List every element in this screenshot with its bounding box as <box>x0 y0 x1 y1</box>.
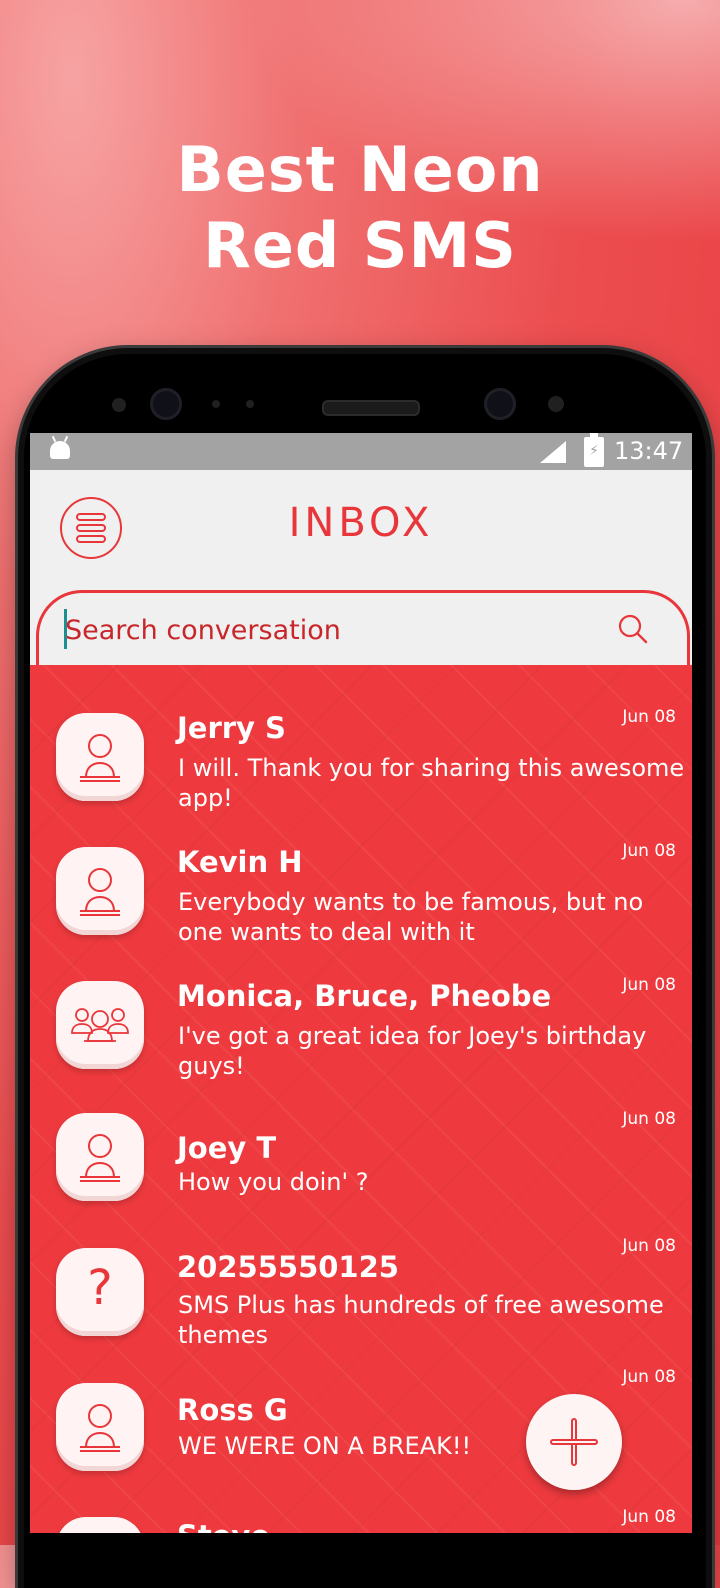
message-date: Jun 08 <box>622 841 676 861</box>
message-date: Jun 08 <box>622 1507 676 1527</box>
status-bar: ⚡ 13:47 <box>30 433 692 470</box>
search-icon[interactable] <box>615 611 651 647</box>
sensor-dot <box>112 398 126 412</box>
sensor-dot <box>548 396 564 412</box>
unknown-contact-icon: ? <box>56 1248 144 1336</box>
sensor-dot <box>246 400 254 408</box>
conversation-row[interactable]: ? 20255550125 SMS Plus has hundreds of f… <box>30 1236 692 1370</box>
message-date: Jun 08 <box>622 707 676 727</box>
search-input[interactable] <box>65 609 585 651</box>
contact-name: Monica, Bruce, Pheobe <box>177 979 552 1013</box>
sensor-dot <box>212 400 220 408</box>
conversation-row[interactable]: Monica, Bruce, Pheobe I've got a great i… <box>30 971 692 1101</box>
group-icon <box>56 981 144 1069</box>
message-date: Jun 08 <box>622 1367 676 1387</box>
person-icon <box>56 1517 144 1533</box>
message-snippet: Everybody wants to be famous, but no one… <box>178 888 644 946</box>
promo-headline-line2: Red SMS <box>203 209 517 282</box>
contact-name: Kevin H <box>177 845 303 879</box>
message-snippet: I will. Thank you for sharing this aweso… <box>178 754 685 812</box>
front-camera <box>150 388 182 420</box>
new-message-button[interactable] <box>526 1394 622 1490</box>
conversation-row[interactable]: Jerry S I will. Thank you for sharing th… <box>30 703 692 833</box>
conversation-row[interactable]: Joey T How you doin' ? Jun 08 <box>30 1109 692 1243</box>
contact-name: Steve <box>177 1519 270 1533</box>
contact-name: Ross G <box>177 1393 288 1427</box>
person-icon <box>56 1383 144 1471</box>
promo-headline-line1: Best Neon <box>176 133 544 206</box>
person-icon <box>56 713 144 801</box>
person-icon <box>56 847 144 935</box>
battery-charging-icon: ⚡ <box>584 433 604 467</box>
person-icon <box>56 1113 144 1201</box>
contact-name: Joey T <box>177 1131 277 1165</box>
contact-name: 20255550125 <box>177 1250 399 1284</box>
conversation-row[interactable]: Kevin H Everybody wants to be famous, bu… <box>30 837 692 967</box>
conversation-row[interactable]: Steve Jun 08 <box>30 1507 692 1533</box>
page-title: INBOX <box>288 500 434 546</box>
earpiece-speaker <box>322 400 420 416</box>
android-icon <box>50 441 70 459</box>
app-bar: INBOX <box>30 470 692 590</box>
message-date: Jun 08 <box>622 1109 676 1129</box>
plus-icon <box>550 1439 598 1445</box>
message-snippet: SMS Plus has hundreds of free awesome th… <box>178 1291 664 1349</box>
message-date: Jun 08 <box>622 1236 676 1256</box>
message-snippet: How you doin' ? <box>178 1168 369 1196</box>
message-snippet: I've got a great idea for Joey's birthda… <box>178 1022 647 1080</box>
contact-name: Jerry S <box>177 711 286 745</box>
iris-camera <box>484 388 516 420</box>
signal-icon <box>540 441 566 463</box>
phone-screen: ⚡ 13:47 INBOX Jerry S I will. Thank you … <box>30 433 692 1533</box>
message-date: Jun 08 <box>622 975 676 995</box>
status-clock: 13:47 <box>614 437 684 465</box>
